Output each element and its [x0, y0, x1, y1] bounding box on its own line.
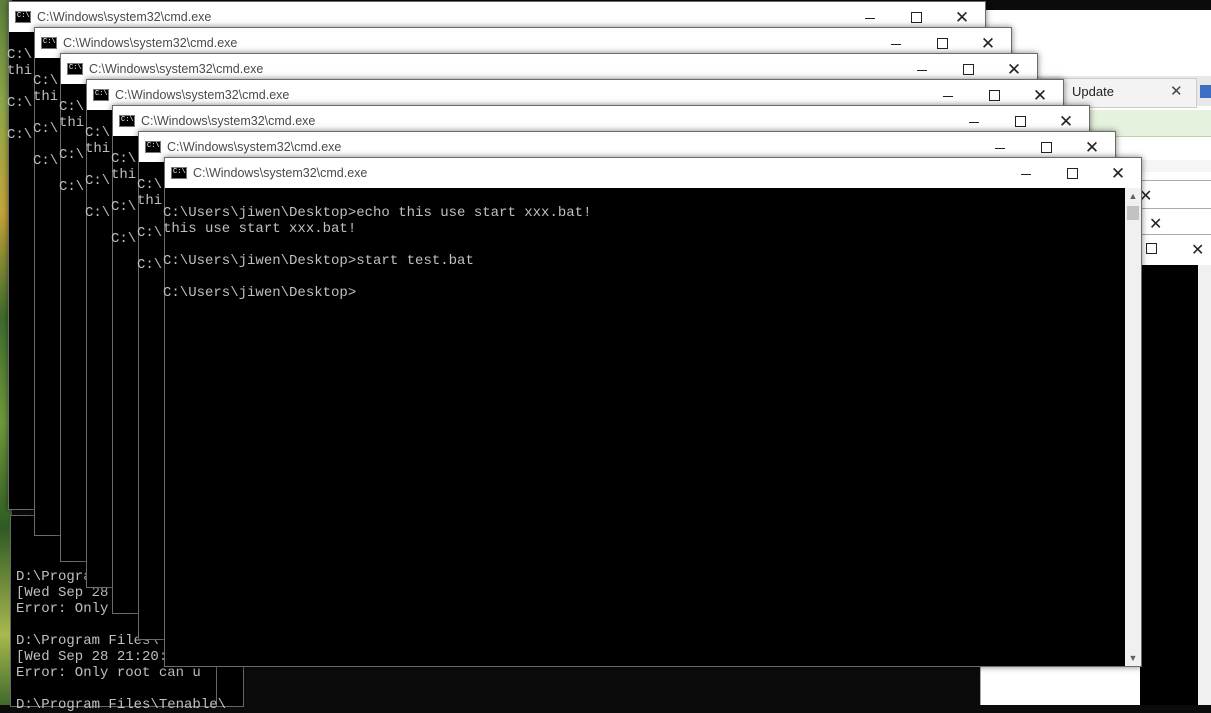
minimize-button[interactable]	[1003, 158, 1049, 188]
cmd-app-icon	[15, 11, 31, 23]
console-line: Error: Only	[16, 601, 109, 617]
console-line: C:\Users\jiwen\Desktop>echo this use sta…	[163, 205, 592, 221]
console-line: thi	[137, 193, 163, 209]
close-icon: ✕	[1084, 137, 1100, 157]
close-icon: ✕	[954, 7, 970, 27]
scrollbar[interactable]	[1198, 265, 1211, 705]
minimize-icon	[943, 95, 953, 97]
console-prompt[interactable]: C:\Users\jiwen\Desktop>	[163, 285, 356, 301]
console-line: C:\	[137, 177, 163, 193]
maximize-icon[interactable]	[1146, 243, 1157, 254]
console-line: thi	[59, 115, 85, 131]
window-title: C:\Windows\system32\cmd.exe	[141, 114, 316, 128]
console-line: C:\	[7, 95, 33, 111]
scrollbar-thumb[interactable]	[1127, 206, 1139, 220]
window-title: C:\Windows\system32\cmd.exe	[37, 10, 212, 24]
cmd-window-active[interactable]: C:\Windows\system32\cmd.exe ✕ C:\Users\j…	[163, 157, 1142, 667]
minimize-icon	[865, 17, 875, 19]
close-icon: ✕	[1006, 59, 1022, 79]
close-icon: ✕	[1110, 163, 1126, 183]
console-line: Error: Only root can u	[16, 665, 201, 681]
minimize-icon	[995, 147, 1005, 149]
console-line: C:\	[7, 47, 33, 63]
browser-icon	[1200, 85, 1211, 98]
window-title: C:\Windows\system32\cmd.exe	[89, 62, 264, 76]
background-console-body	[1140, 265, 1211, 705]
console-line: thi	[33, 89, 59, 105]
console-line: C:\	[7, 127, 33, 143]
maximize-icon	[962, 63, 974, 75]
close-icon[interactable]: ✕	[1170, 82, 1183, 100]
cmd-app-icon	[67, 63, 83, 75]
vertical-scrollbar[interactable]: ▲ ▼	[1125, 188, 1141, 666]
console-line: C:\	[33, 153, 59, 169]
console-line: C:\	[33, 73, 59, 89]
minimize-icon	[969, 121, 979, 123]
console-line: C:\	[111, 151, 137, 167]
window-title: C:\Windows\system32\cmd.exe	[167, 140, 342, 154]
maximize-icon	[1066, 167, 1078, 179]
console-line: C:\	[137, 225, 163, 241]
console-line: this use start xxx.bat!	[163, 221, 357, 237]
window-title: C:\Windows\system32\cmd.exe	[63, 36, 238, 50]
console-line: C:\	[59, 179, 85, 195]
background-tab-label: Update	[1072, 84, 1114, 99]
console-line: C:\	[137, 257, 163, 273]
console-line: C:\	[111, 231, 137, 247]
console-line: C:\	[59, 147, 85, 163]
window-title: C:\Windows\system32\cmd.exe	[193, 166, 368, 180]
maximize-icon	[1014, 115, 1026, 127]
console-line: C:\Users\jiwen\Desktop>start test.bat	[163, 253, 474, 269]
scroll-down-icon[interactable]: ▼	[1125, 650, 1141, 666]
window-titlebar[interactable]: C:\Windows\system32\cmd.exe ✕	[165, 158, 1141, 188]
minimize-icon	[917, 69, 927, 71]
cmd-app-icon	[145, 141, 161, 153]
console-line: [Wed Sep 28 21:20:1	[16, 649, 176, 665]
console-line: D:\Program Files\Tenable\	[16, 697, 227, 713]
console-line: C:\	[59, 99, 85, 115]
minimize-icon	[891, 43, 901, 45]
console-line: thi	[7, 63, 33, 79]
background-window-titlebar: ✕	[1140, 234, 1211, 266]
console-body[interactable]: C:\Users\jiwen\Desktop>echo this use sta…	[163, 188, 1125, 666]
console-line: C:\	[85, 205, 111, 221]
scroll-up-icon[interactable]: ▲	[1125, 188, 1141, 204]
console-line: thi	[111, 167, 137, 183]
close-icon: ✕	[980, 33, 996, 53]
close-icon: ✕	[1058, 111, 1074, 131]
cmd-app-icon	[171, 167, 187, 179]
console-line: C:\	[85, 173, 111, 189]
close-button[interactable]: ✕	[1095, 158, 1141, 188]
console-line: C:\	[85, 125, 111, 141]
close-icon[interactable]: ✕	[1191, 240, 1204, 260]
maximize-button[interactable]	[1049, 158, 1095, 188]
close-icon[interactable]: ✕	[1149, 214, 1162, 234]
maximize-icon	[988, 89, 1000, 101]
close-icon: ✕	[1032, 85, 1048, 105]
maximize-icon	[936, 37, 948, 49]
cmd-app-icon	[93, 89, 109, 101]
window-title: C:\Windows\system32\cmd.exe	[115, 88, 290, 102]
cmd-app-icon	[41, 37, 57, 49]
cmd-app-icon	[119, 115, 135, 127]
maximize-icon	[910, 11, 922, 23]
maximize-icon	[1040, 141, 1052, 153]
console-line: thi	[85, 141, 111, 157]
minimize-icon	[1021, 173, 1031, 175]
console-line: C:\	[111, 199, 137, 215]
console-line: C:\	[33, 121, 59, 137]
